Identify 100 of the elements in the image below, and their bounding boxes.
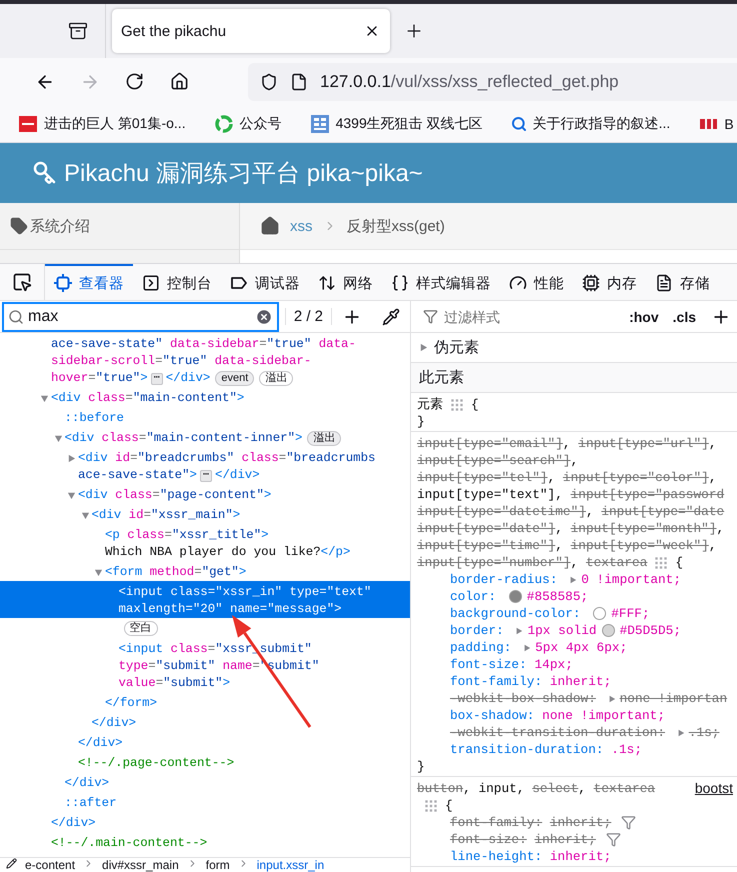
brace: { (675, 554, 684, 571)
bookmark[interactable]: 进击的巨人 第01集-o... (44, 114, 186, 132)
color-swatch[interactable] (508, 590, 522, 603)
section-header: 此元素 (419, 368, 464, 387)
reload-icon[interactable] (125, 72, 144, 91)
markup-line[interactable]: </div> (0, 772, 410, 792)
tag-icon (10, 217, 28, 235)
devtools-tab[interactable]: 性能 (500, 264, 573, 300)
grip-icon (655, 556, 668, 568)
expand-toggle[interactable] (676, 728, 685, 736)
tab-overview-icon[interactable] (68, 21, 88, 41)
expand-toggle[interactable] (419, 343, 428, 352)
devtools-tab[interactable]: 控制台 (133, 264, 221, 300)
devtools-tab[interactable]: 样式编辑器 (382, 264, 500, 300)
address-field[interactable]: 127.0.0.1/vul/xss/xss_reflected_get.php (248, 62, 737, 100)
css-declaration: -webkit-box-shadow: none !importan (449, 690, 728, 707)
element-picker-icon[interactable] (12, 272, 32, 292)
search-field[interactable]: max (2, 302, 279, 332)
expand-toggle[interactable] (94, 568, 103, 577)
expand-toggle[interactable] (40, 394, 49, 403)
expand-toggle[interactable] (54, 434, 62, 443)
home-icon[interactable] (260, 216, 280, 236)
clear-icon[interactable] (254, 308, 273, 326)
markup-line[interactable]: ::after (0, 792, 410, 812)
chip-icon (582, 274, 600, 292)
devtools-tab[interactable]: 内存 (573, 264, 646, 300)
markup-line[interactable]: </div> (0, 732, 410, 752)
css-declaration: -webkit-transition-duration: .1s; (449, 724, 720, 741)
css-selector: input[type="search"], (417, 452, 578, 469)
color-swatch[interactable] (593, 607, 606, 620)
home-icon[interactable] (170, 72, 189, 91)
grid-icon (310, 114, 330, 134)
source-link[interactable]: bootst (694, 780, 737, 797)
expand-toggle[interactable] (608, 694, 616, 702)
sidebar-item[interactable]: 系统介绍 (30, 216, 90, 236)
expand-toggle[interactable] (67, 491, 76, 500)
shield-icon (260, 72, 278, 90)
match-count: 2 / 2 (284, 308, 332, 325)
console-icon (142, 274, 160, 292)
grip-icon (451, 398, 463, 410)
devtools-tab[interactable]: 存储 (646, 264, 719, 300)
expand-toggle[interactable] (523, 644, 532, 652)
braces-icon (391, 274, 409, 292)
square-icon (18, 114, 38, 134)
toggle-button[interactable]: :hov (624, 308, 664, 324)
pencil-icon (6, 858, 17, 869)
devtools-tab[interactable]: 查看器 (45, 264, 133, 300)
breadcrumb-item[interactable]: e-content (25, 858, 76, 872)
bookmark[interactable]: 关于行政指导的叙述... (532, 114, 670, 132)
markup-line[interactable]: <form method="get"> (0, 561, 410, 581)
markup-line[interactable]: <div id="breadcrumbs" class="breadcrumbs ace-save-state"> ⋯ </div> (0, 447, 410, 484)
breadcrumb-item[interactable]: div#xssr_main (102, 858, 179, 872)
bookmark[interactable]: 公众号 (240, 114, 282, 132)
tag-icon (230, 275, 248, 291)
markup-line[interactable]: ace-save-state" data-sidebar="true" data- sidebar-scroll="true" data-sidebar- hover="true"> ⋯ </div> event 溢出 (0, 333, 410, 387)
markup-line[interactable]: <p class="xssr_title"> Which NBA player do you like?</p> (0, 524, 410, 561)
markup-line[interactable]: </div> (0, 712, 410, 732)
css-declaration: border: 1px solid #D5D5D5; (449, 622, 682, 639)
css-selector: input[type="number"], textarea (417, 554, 648, 571)
breadcrumb-item[interactable]: input.xssr_in (256, 858, 324, 872)
expand-toggle[interactable] (67, 454, 76, 463)
expand-toggle[interactable] (569, 576, 578, 584)
css-declaration: line-height: inherit; (449, 848, 612, 865)
devtools-tab[interactable]: 网络 (309, 264, 382, 300)
css-selector: input[type="datetime"], input[type="date (417, 503, 724, 520)
css-declaration: border-radius: 0 !important; (449, 571, 682, 588)
expand-toggle[interactable] (515, 626, 524, 634)
eyedropper-icon[interactable] (382, 308, 400, 326)
key-icon (32, 161, 56, 185)
search-icon (510, 116, 527, 132)
browser-tab[interactable]: Get the pikachu (112, 9, 390, 53)
markup-line[interactable]: </form> (0, 692, 410, 712)
color-swatch[interactable] (602, 624, 615, 637)
logo-icon (698, 116, 718, 130)
css-selector: 元素 (417, 396, 443, 413)
css-declaration: box-shadow: none !important; (449, 707, 666, 724)
inspector-icon (54, 274, 72, 292)
markup-line[interactable]: 空白 (0, 618, 410, 638)
bookmark[interactable]: 4399生死狙击 双线七区 (336, 114, 483, 132)
markup-line[interactable]: </div> (0, 812, 410, 832)
css-declaration: color: #858585; (449, 588, 590, 605)
search-input[interactable]: max (28, 308, 251, 326)
markup-line[interactable]: <div class="main-content-inner"> 溢出 (0, 427, 410, 447)
expand-toggle[interactable] (80, 511, 90, 520)
css-declaration: font-family: inherit; (417, 814, 737, 831)
markup-line[interactable]: <div class="page-content"> (0, 484, 410, 504)
site-title: Pikachu 漏洞练习平台 pika~pika~ (64, 159, 423, 189)
css-declaration: transition-duration: .1s; (449, 741, 643, 758)
devtools-tab[interactable]: 调试器 (221, 264, 309, 300)
toggle-button[interactable]: .cls (668, 308, 701, 324)
markup-line[interactable]: <div class="main-content"> (0, 387, 410, 407)
breadcrumb-item[interactable]: form (206, 858, 230, 872)
page-icon (290, 72, 308, 90)
bookmark[interactable]: B (724, 116, 734, 132)
markup-line[interactable]: ::before (0, 407, 410, 427)
markup-line[interactable]: <!--/.page-content--> (0, 752, 410, 772)
filter-field[interactable]: 过滤样式 (442, 308, 620, 326)
markup-line[interactable]: <!--/.main-content--> (0, 832, 410, 852)
section-header[interactable]: 伪元素 (434, 338, 479, 357)
markup-line[interactable]: <div id="xssr_main"> (0, 504, 410, 524)
